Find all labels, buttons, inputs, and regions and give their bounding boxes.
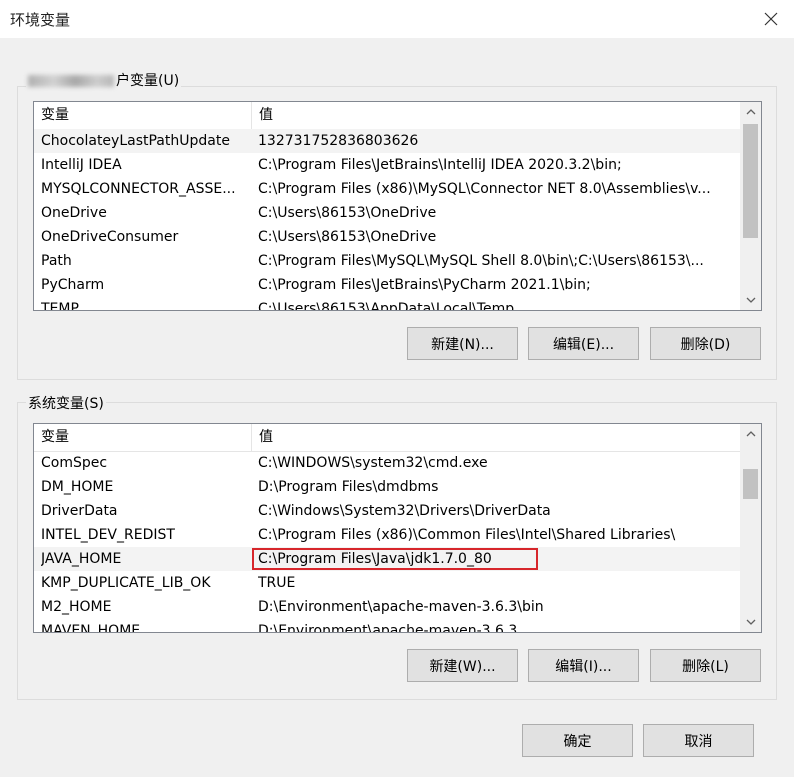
chevron-up-icon bbox=[746, 109, 755, 115]
table-row[interactable]: OneDriveConsumer C:\Users\86153\OneDrive bbox=[34, 225, 740, 249]
table-row[interactable]: DriverData C:\Windows\System32\Drivers\D… bbox=[34, 499, 740, 523]
close-button[interactable] bbox=[748, 0, 794, 38]
chevron-down-icon bbox=[746, 619, 755, 625]
chevron-up-icon bbox=[746, 431, 755, 437]
system-delete-button[interactable]: 删除(L) bbox=[650, 649, 761, 682]
table-row[interactable]: ComSpec C:\WINDOWS\system32\cmd.exe bbox=[34, 451, 740, 475]
variable-name: DM_HOME bbox=[41, 479, 114, 495]
red-highlight-box bbox=[252, 548, 538, 570]
variable-name: Path bbox=[41, 253, 72, 269]
variable-name: OneDrive bbox=[41, 205, 107, 221]
table-row[interactable]: IntelliJ IDEA C:\Program Files\JetBrains… bbox=[34, 153, 740, 177]
blurred-username bbox=[28, 75, 114, 87]
table-row[interactable]: DM_HOME D:\Program Files\dmdbms bbox=[34, 475, 740, 499]
variable-value: C:\Program Files (x86)\MySQL\Connector N… bbox=[258, 181, 711, 197]
ok-button[interactable]: 确定 bbox=[522, 724, 633, 757]
table-row-selected[interactable]: JAVA_HOME C:\Program Files\Java\jdk1.7.0… bbox=[34, 547, 740, 571]
table-row[interactable]: MYSQLCONNECTOR_ASSE... C:\Program Files … bbox=[34, 177, 740, 201]
variable-name: MAVEN_HOME bbox=[41, 623, 141, 633]
scroll-up-button[interactable] bbox=[740, 424, 761, 444]
table-row[interactable]: M2_HOME D:\Environment\apache-maven-3.6.… bbox=[34, 595, 740, 619]
variable-name: INTEL_DEV_REDIST bbox=[41, 527, 175, 543]
variable-name: IntelliJ IDEA bbox=[41, 157, 122, 173]
variable-name: ComSpec bbox=[41, 455, 108, 471]
column-header-value[interactable]: 值 bbox=[252, 102, 740, 129]
variable-name: MYSQLCONNECTOR_ASSE... bbox=[41, 181, 236, 197]
variable-value: C:\Users\86153\OneDrive bbox=[258, 205, 437, 221]
cancel-button[interactable]: 取消 bbox=[643, 724, 754, 757]
scroll-down-button[interactable] bbox=[740, 612, 761, 632]
table-row[interactable]: Path C:\Program Files\MySQL\MySQL Shell … bbox=[34, 249, 740, 273]
vertical-scrollbar[interactable] bbox=[740, 102, 761, 310]
table-row[interactable]: PyCharm C:\Program Files\JetBrains\PyCha… bbox=[34, 273, 740, 297]
variable-value: TRUE bbox=[258, 575, 296, 591]
system-variables-list[interactable]: 变量 值 ComSpec C:\WINDOWS\system32\cmd.exe… bbox=[33, 423, 762, 633]
user-variables-label: 户变量(U) bbox=[26, 70, 182, 90]
table-row[interactable]: MAVEN_HOME D:\Environment\apache-maven-3… bbox=[34, 619, 740, 633]
variable-value: C:\Users\86153\AppData\Local\Temp bbox=[258, 301, 515, 311]
scroll-down-button[interactable] bbox=[740, 290, 761, 310]
variable-value: C:\Users\86153\OneDrive bbox=[258, 229, 437, 245]
vertical-scrollbar[interactable] bbox=[740, 424, 761, 632]
variable-value: C:\Windows\System32\Drivers\DriverData bbox=[258, 503, 551, 519]
title-bar: 环境变量 bbox=[0, 0, 794, 38]
variable-value: C:\Program Files\MySQL\MySQL Shell 8.0\b… bbox=[258, 253, 704, 269]
scroll-thumb[interactable] bbox=[743, 124, 758, 238]
variable-name: M2_HOME bbox=[41, 599, 112, 615]
table-row[interactable]: INTEL_DEV_REDIST C:\Program Files (x86)\… bbox=[34, 523, 740, 547]
user-edit-button[interactable]: 编辑(E)... bbox=[528, 327, 639, 360]
variable-name: DriverData bbox=[41, 503, 118, 519]
variable-name: ChocolateyLastPathUpdate bbox=[41, 133, 230, 149]
variable-name: JAVA_HOME bbox=[41, 551, 122, 567]
system-edit-button[interactable]: 编辑(I)... bbox=[528, 649, 639, 682]
column-header-variable[interactable]: 变量 bbox=[34, 102, 252, 129]
list-header: 变量 值 bbox=[34, 102, 740, 130]
variable-value: D:\Environment\apache-maven-3.6.3 bbox=[258, 623, 518, 633]
system-variables-rows: ComSpec C:\WINDOWS\system32\cmd.exe DM_H… bbox=[34, 451, 740, 633]
variable-name: PyCharm bbox=[41, 277, 105, 293]
system-variables-label: 系统变量(S) bbox=[26, 393, 106, 413]
variable-value: 132731752836803626 bbox=[258, 133, 419, 149]
user-variables-rows: ChocolateyLastPathUpdate 132731752836803… bbox=[34, 129, 740, 311]
column-header-variable[interactable]: 变量 bbox=[34, 424, 252, 451]
variable-value: D:\Program Files\dmdbms bbox=[258, 479, 439, 495]
table-row[interactable]: OneDrive C:\Users\86153\OneDrive bbox=[34, 201, 740, 225]
variable-value: C:\Program Files\JetBrains\IntelliJ IDEA… bbox=[258, 157, 622, 173]
user-variables-list[interactable]: 变量 值 ChocolateyLastPathUpdate 1327317528… bbox=[33, 101, 762, 311]
window-title: 环境变量 bbox=[10, 11, 71, 29]
scroll-thumb[interactable] bbox=[743, 469, 758, 499]
variable-value: C:\Program Files\JetBrains\PyCharm 2021.… bbox=[258, 277, 591, 293]
variable-name: OneDriveConsumer bbox=[41, 229, 179, 245]
variable-value: C:\Program Files (x86)\Common Files\Inte… bbox=[258, 527, 676, 543]
table-row[interactable]: KMP_DUPLICATE_LIB_OK TRUE bbox=[34, 571, 740, 595]
system-new-button[interactable]: 新建(W)... bbox=[407, 649, 518, 682]
variable-value: D:\Environment\apache-maven-3.6.3\bin bbox=[258, 599, 544, 615]
user-new-button[interactable]: 新建(N)... bbox=[407, 327, 518, 360]
user-delete-button[interactable]: 删除(D) bbox=[650, 327, 761, 360]
chevron-down-icon bbox=[746, 297, 755, 303]
table-row[interactable]: TEMP C:\Users\86153\AppData\Local\Temp bbox=[34, 297, 740, 311]
variable-name: TEMP bbox=[41, 301, 79, 311]
variable-name: KMP_DUPLICATE_LIB_OK bbox=[41, 575, 211, 591]
scroll-up-button[interactable] bbox=[740, 102, 761, 122]
list-header: 变量 值 bbox=[34, 424, 740, 452]
variable-value: C:\WINDOWS\system32\cmd.exe bbox=[258, 455, 488, 471]
table-row[interactable]: ChocolateyLastPathUpdate 132731752836803… bbox=[34, 129, 740, 153]
column-header-value[interactable]: 值 bbox=[252, 424, 740, 451]
close-icon bbox=[764, 12, 778, 26]
